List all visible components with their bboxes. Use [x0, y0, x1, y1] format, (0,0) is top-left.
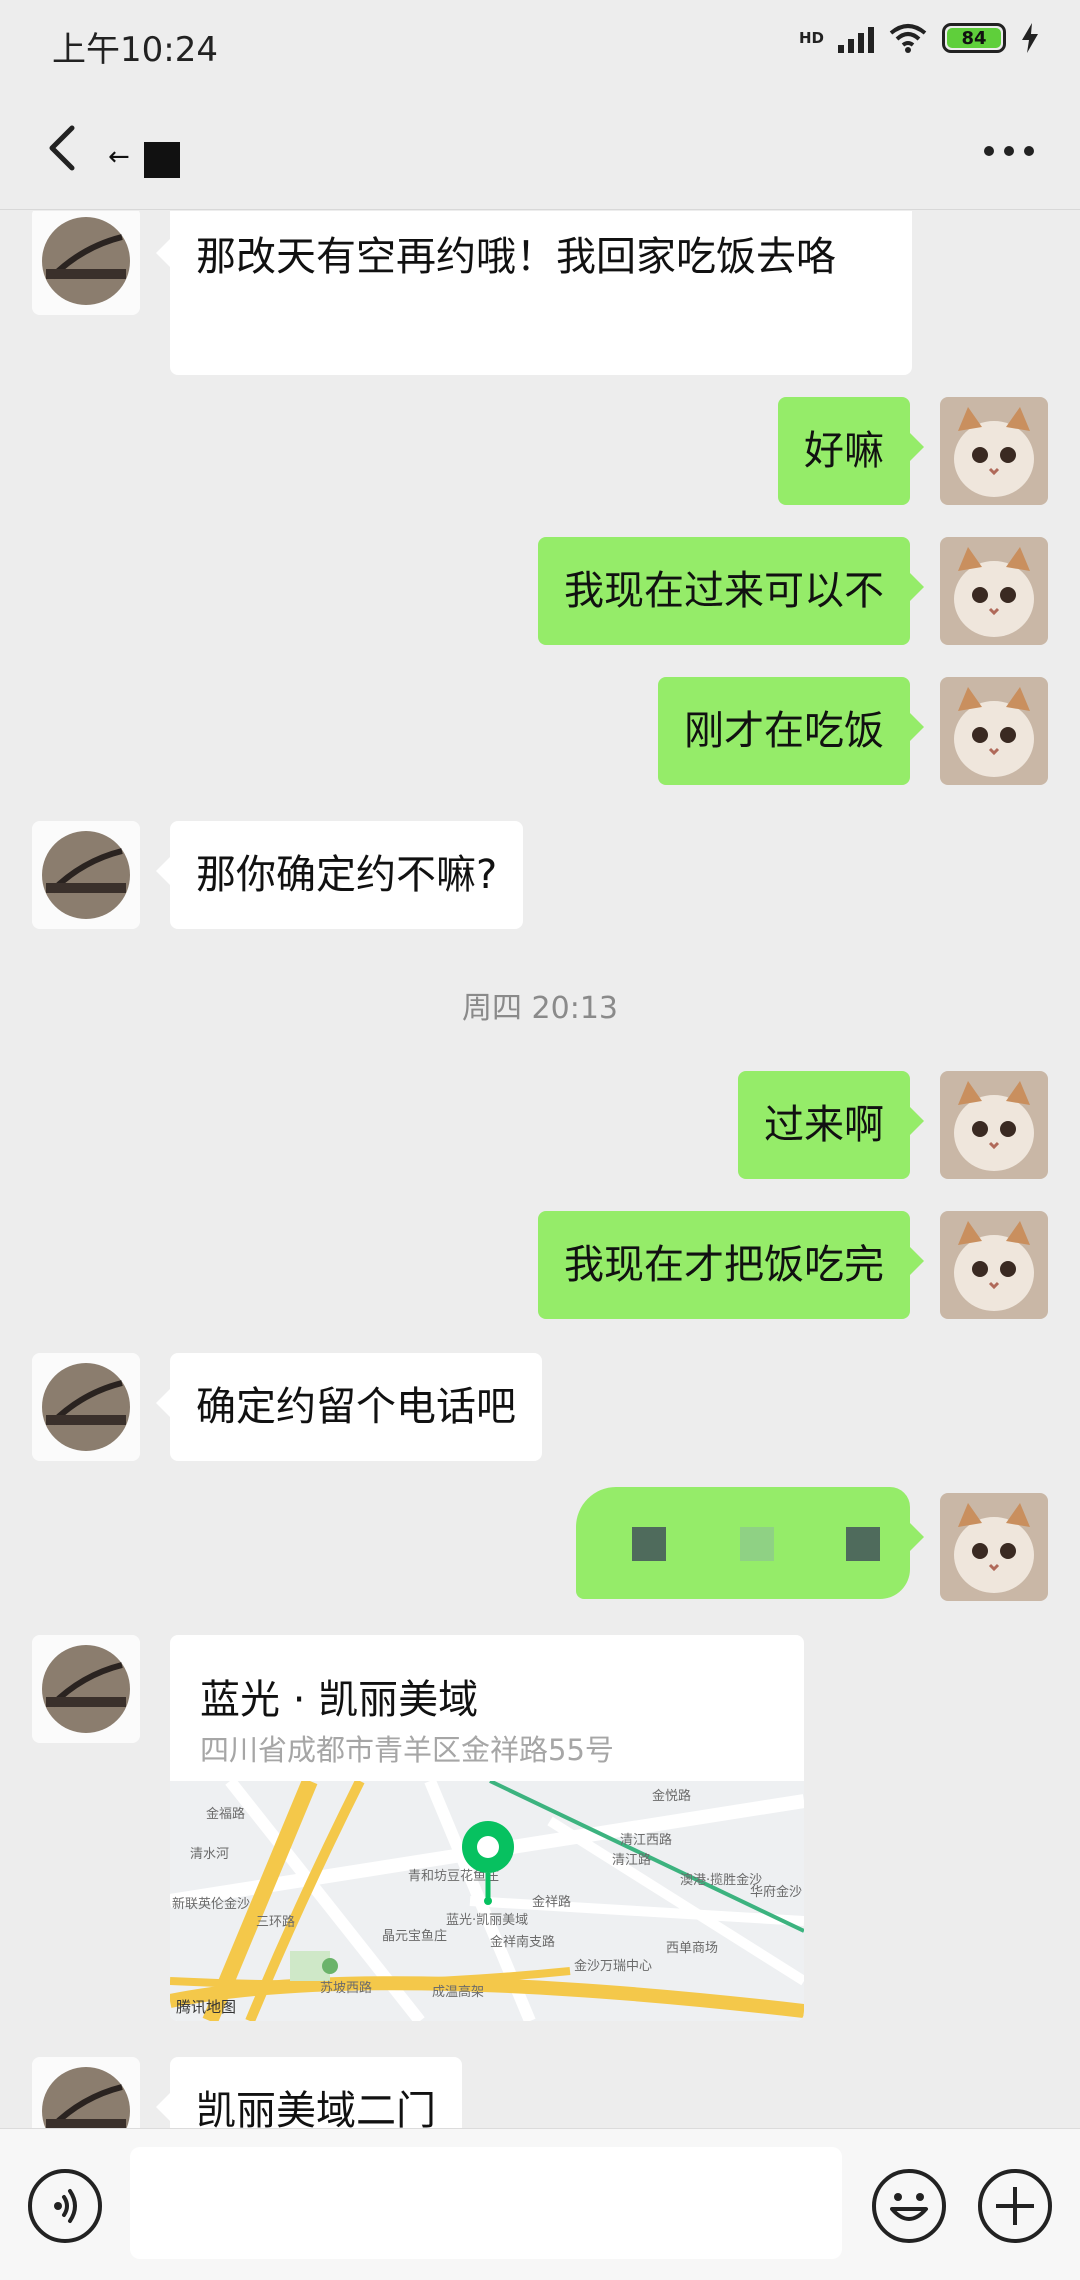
- user-avatar[interactable]: [940, 537, 1048, 645]
- map-label: 金悦路: [652, 1789, 692, 1804]
- contact-avatar[interactable]: [32, 2057, 140, 2128]
- user-avatar[interactable]: [940, 1493, 1048, 1601]
- charging-icon: [1022, 23, 1038, 53]
- map-label: 清水河: [190, 1847, 230, 1862]
- network-type-label: HD: [798, 28, 824, 47]
- status-icons: HD 84: [799, 22, 1040, 54]
- input-bar: [0, 2128, 1080, 2280]
- status-bar: 上午10:24 HD 84: [0, 0, 1080, 90]
- message-bubble[interactable]: 过来啊: [738, 1071, 924, 1179]
- redacted-message-bubble[interactable]: [576, 1487, 924, 1599]
- message-bubble[interactable]: 我现在才把饭吃完: [538, 1211, 924, 1319]
- message-text: 好嘛: [804, 428, 884, 474]
- map-label: 苏坡西路: [320, 1981, 373, 1996]
- contact-avatar[interactable]: [32, 211, 140, 315]
- voice-icon[interactable]: [28, 2169, 102, 2243]
- map-label: 金祥路: [532, 1895, 572, 1910]
- contact-avatar[interactable]: [32, 1353, 140, 1461]
- map-label: 金祥南支路: [490, 1935, 556, 1950]
- map-label: 成温高架: [432, 1985, 485, 2000]
- user-avatar[interactable]: [940, 397, 1048, 505]
- map-label: 新联英伦金沙: [172, 1897, 251, 1912]
- location-map[interactable]: 金福路 清江西路 金祥路 青和坊豆花鱼庄 蓝光·凯丽美域 金祥南支路 三环路 苏…: [170, 1777, 804, 2021]
- message-text: 那你确定约不嘛?: [196, 852, 498, 898]
- message-bubble[interactable]: 我现在过来可以不: [538, 537, 924, 645]
- user-avatar[interactable]: [940, 1211, 1048, 1319]
- message-bubble[interactable]: 好嘛: [778, 397, 924, 505]
- chat-messages[interactable]: 那改天有空再约哦！我回家吃饭去咯 好嘛 我现在过来可以不 刚才在吃饭 那你确定约…: [0, 211, 1080, 2128]
- more-dots-icon[interactable]: [974, 126, 1044, 176]
- map-label: 金福路: [206, 1807, 246, 1822]
- map-label: 清江西路: [620, 1833, 673, 1848]
- contact-name-redaction: [144, 142, 180, 178]
- map-label: 清江路: [612, 1853, 652, 1868]
- battery-icon: 84: [942, 23, 1006, 53]
- chat-header: ←: [0, 90, 1080, 210]
- location-address: 四川省成都市青羊区金祥路55号: [200, 1733, 614, 1767]
- signal-icon: [838, 23, 874, 53]
- message-bubble[interactable]: 凯丽美域二门: [156, 2057, 462, 2128]
- message-bubble[interactable]: 那改天有空再约哦！我回家吃饭去咯: [156, 211, 912, 375]
- emoji-icon[interactable]: [872, 2169, 946, 2243]
- map-label: 三环路: [256, 1915, 296, 1930]
- message-bubble[interactable]: 刚才在吃饭: [658, 677, 924, 785]
- message-text: 我现在才把饭吃完: [564, 1242, 884, 1288]
- user-avatar[interactable]: [940, 677, 1048, 785]
- message-text: 那改天有空再约哦！我回家吃饭去咯: [196, 234, 836, 280]
- message-timestamp: 周四 20:13: [462, 991, 618, 1026]
- map-pin-icon: [462, 1821, 514, 1905]
- message-text: 我现在过来可以不: [564, 568, 884, 614]
- map-label: 晶元宝鱼庄: [382, 1929, 448, 1944]
- location-card[interactable]: 蓝光 · 凯丽美域 四川省成都市青羊区金祥路55号 金福路 清江西路 金祥路 青…: [170, 1635, 804, 2021]
- message-text: 过来啊: [764, 1102, 884, 1148]
- contact-name: ←: [108, 142, 130, 172]
- message-bubble[interactable]: 确定约留个电话吧: [156, 1353, 542, 1461]
- map-credit: 腾讯地图: [176, 1998, 237, 2016]
- plus-icon[interactable]: [978, 2169, 1052, 2243]
- map-label: 蓝光·凯丽美域: [446, 1913, 529, 1928]
- redaction-marks: [632, 1527, 880, 1561]
- contact-avatar[interactable]: [32, 1635, 140, 1743]
- battery-level: 84: [947, 28, 1001, 49]
- message-text: 刚才在吃饭: [684, 708, 884, 754]
- message-bubble[interactable]: 那你确定约不嘛?: [155, 821, 524, 929]
- map-label: 金沙万瑞中心: [574, 1959, 653, 1974]
- contact-avatar[interactable]: [32, 821, 140, 929]
- message-text: 确定约留个电话吧: [196, 1384, 516, 1430]
- map-label: 西单商场: [666, 1941, 719, 1956]
- map-label: 澳港·揽胜金沙: [680, 1873, 763, 1888]
- location-title: 蓝光 · 凯丽美域: [200, 1677, 479, 1723]
- wifi-icon: [889, 24, 927, 53]
- message-input[interactable]: [130, 2147, 842, 2259]
- chevron-left-icon[interactable]: [36, 118, 96, 178]
- message-text: 凯丽美域二门: [196, 2088, 436, 2128]
- user-avatar[interactable]: [940, 1071, 1048, 1179]
- status-time: 上午10:24: [52, 30, 218, 70]
